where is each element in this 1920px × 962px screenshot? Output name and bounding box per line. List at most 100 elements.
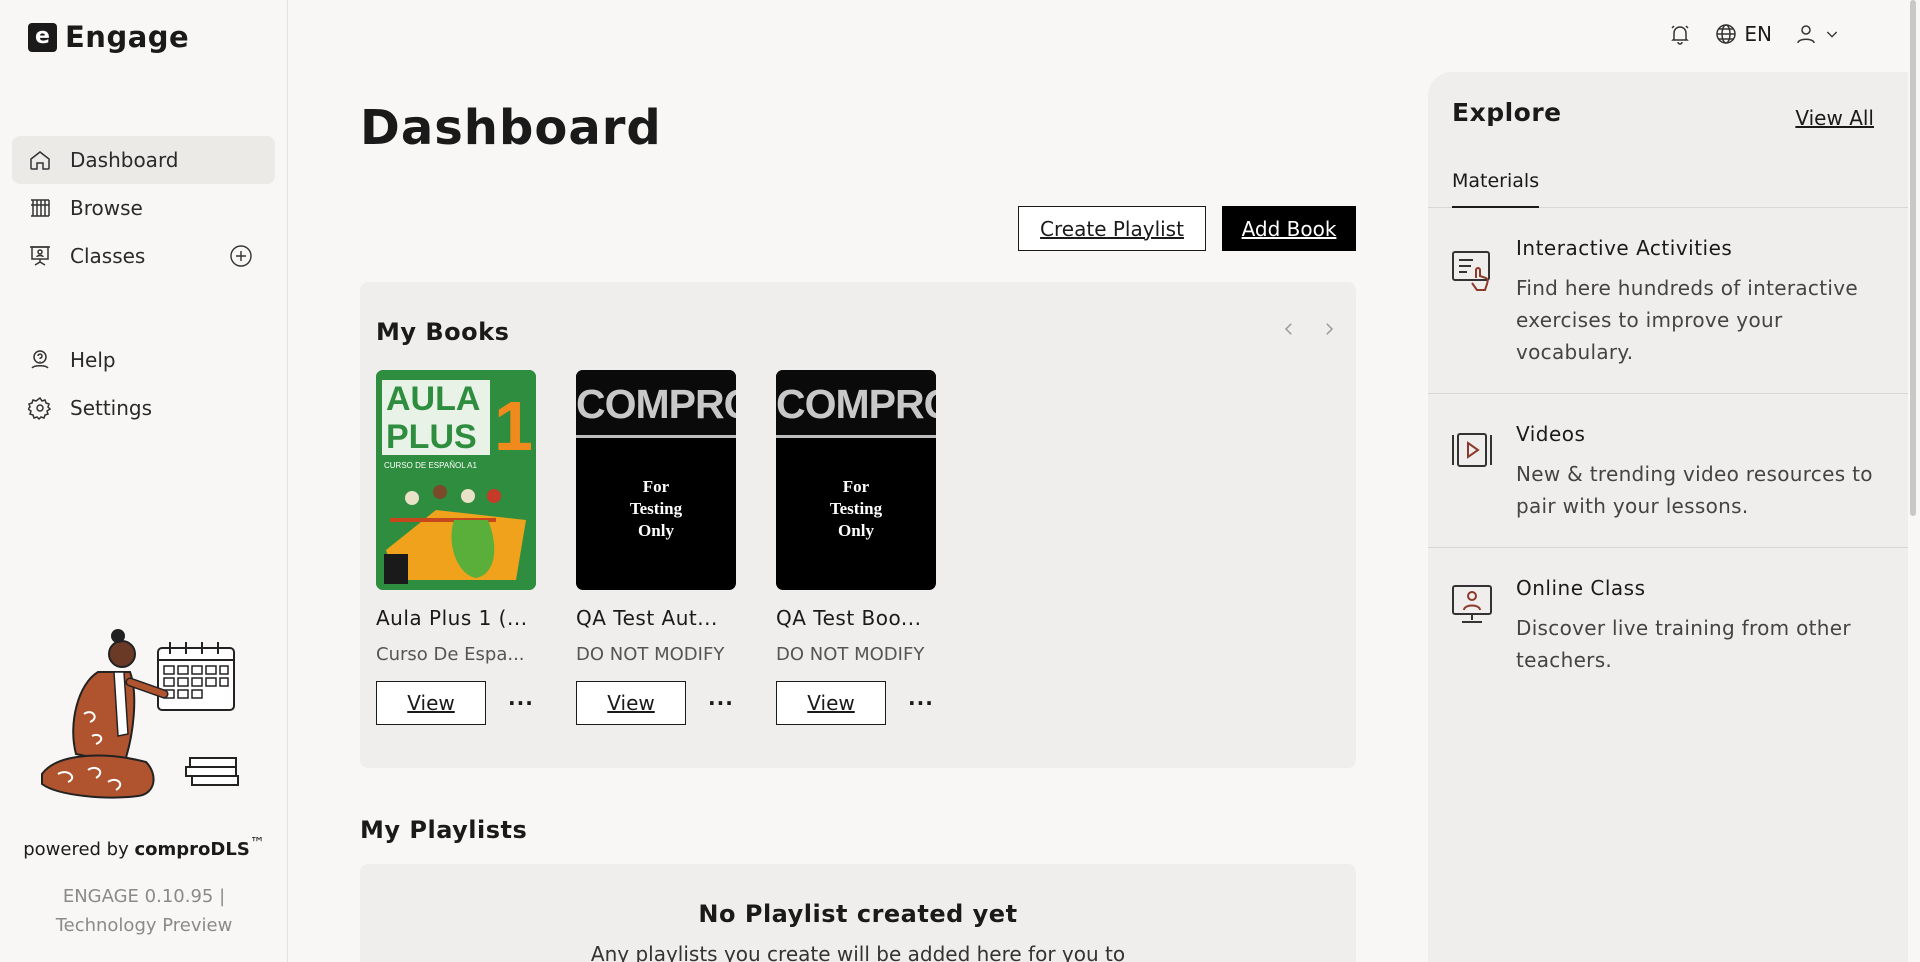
version-number: ENGAGE 0.10.95 | <box>62 886 226 907</box>
notification-bell-icon <box>1671 25 1690 45</box>
explore-item-online-class[interactable]: Online Class Discover live training from… <box>1428 548 1908 702</box>
notifications-button[interactable] <box>1668 22 1692 46</box>
gear-icon <box>28 396 52 420</box>
cover-brand: COMPRO <box>776 370 936 438</box>
sidebar-nav: Dashboard Browse Classes Help Settings <box>12 136 275 432</box>
explore-title: Explore <box>1452 98 1562 127</box>
more-options-icon[interactable]: ··· <box>708 691 734 715</box>
language-selector[interactable]: EN <box>1714 22 1772 46</box>
sidebar-item-label: Dashboard <box>70 148 179 172</box>
sidebar-item-settings[interactable]: Settings <box>12 384 275 432</box>
logo-mark: e <box>28 22 57 52</box>
app-version: ENGAGE 0.10.95 | Technology Preview <box>0 882 288 940</box>
cover-line: For <box>642 477 670 496</box>
book-card: COMPRO For Testing Only QA Test Aut... D… <box>576 370 736 725</box>
explore-item-title: Interactive Activities <box>1516 236 1733 260</box>
sidebar-item-help[interactable]: Help <box>12 336 275 384</box>
explore-item-interactive-activities[interactable]: Interactive Activities Find here hundred… <box>1428 208 1908 394</box>
carousel-nav <box>1280 320 1338 338</box>
cover-number: 1 <box>494 387 533 465</box>
explore-item-title: Videos <box>1516 422 1586 446</box>
powered-by-brand: comproDLS <box>134 839 250 860</box>
book-subtitle: DO NOT MODIFY <box>776 644 925 665</box>
book-cover[interactable]: AULA PLUS 1 CURSO DE ESPAÑOL A1 <box>376 370 536 590</box>
user-menu[interactable] <box>1794 22 1840 46</box>
book-actions: View ··· <box>776 681 936 725</box>
library-icon <box>31 199 50 217</box>
sidebar-item-label: Settings <box>70 396 153 420</box>
book-actions: View ··· <box>376 681 536 725</box>
sidebar-item-label: Browse <box>70 196 143 220</box>
sidebar-item-label: Help <box>70 348 116 372</box>
teacher-illustration <box>41 629 239 799</box>
my-books-title: My Books <box>376 318 510 346</box>
create-playlist-button[interactable]: Create Playlist <box>1018 206 1206 251</box>
more-options-icon[interactable]: ··· <box>908 691 934 715</box>
globe-icon <box>1716 24 1737 44</box>
explore-item-videos[interactable]: Videos New & trending video resources to… <box>1428 394 1908 548</box>
empty-playlist-text: Any playlists you create will be added h… <box>590 942 1126 962</box>
my-books-panel: My Books AULA PLUS 1 CURSO DE ESPAÑOL A1 <box>360 282 1356 768</box>
my-playlists-title: My Playlists <box>360 816 528 844</box>
view-book-button[interactable]: View <box>576 681 686 725</box>
cover-line: Only <box>638 521 674 540</box>
book-actions: View ··· <box>576 681 736 725</box>
more-options-icon[interactable]: ··· <box>508 691 534 715</box>
sidebar-item-dashboard[interactable]: Dashboard <box>12 136 275 184</box>
view-all-link[interactable]: View All <box>1795 106 1874 130</box>
user-icon <box>1797 25 1815 44</box>
book-cover[interactable]: COMPRO For Testing Only <box>576 370 736 590</box>
online-class-icon <box>1452 585 1492 623</box>
aula-plus-cover-art: AULA PLUS 1 CURSO DE ESPAÑOL A1 <box>376 370 536 590</box>
top-bar: EN <box>1668 22 1840 46</box>
cover-word-plus: PLUS <box>386 418 477 456</box>
cover-line: Testing <box>829 499 883 518</box>
sidebar: e Engage Dashboard Browse Classes Help S… <box>0 0 288 962</box>
app-logo[interactable]: e Engage <box>28 20 189 54</box>
cover-brand: COMPRO <box>576 370 736 438</box>
powered-by: powered by comproDLS™ <box>0 834 288 860</box>
cover-text: For Testing Only <box>776 476 936 542</box>
classroom-icon <box>30 246 50 266</box>
chevron-down-icon <box>1826 31 1838 38</box>
chevron-left-icon[interactable] <box>1280 320 1298 338</box>
dashboard-actions: Create Playlist Add Book <box>1018 206 1356 251</box>
book-title[interactable]: Aula Plus 1 (... <box>376 606 536 630</box>
app-name: Engage <box>65 20 190 54</box>
book-title[interactable]: QA Test Aut... <box>576 606 736 630</box>
home-icon <box>30 151 50 170</box>
sidebar-item-browse[interactable]: Browse <box>12 184 275 232</box>
cover-word-aula: AULA <box>386 380 480 418</box>
sidebar-item-classes[interactable]: Classes <box>12 232 275 280</box>
my-playlists-panel: No Playlist created yet Any playlists yo… <box>360 864 1356 962</box>
add-book-button[interactable]: Add Book <box>1222 206 1356 251</box>
page-title: Dashboard <box>360 100 662 156</box>
book-subtitle: DO NOT MODIFY <box>576 644 725 665</box>
interactive-activity-icon <box>1452 251 1490 291</box>
tab-materials[interactable]: Materials <box>1452 164 1540 208</box>
book-cover[interactable]: COMPRO For Testing Only <box>776 370 936 590</box>
chevron-right-icon[interactable] <box>1320 320 1338 338</box>
trademark: ™ <box>249 834 265 852</box>
language-label: EN <box>1744 22 1772 46</box>
version-note: Technology Preview <box>55 915 233 936</box>
book-card: COMPRO For Testing Only QA Test Boo... D… <box>776 370 936 725</box>
view-book-button[interactable]: View <box>776 681 886 725</box>
cover-tagline: CURSO DE ESPAÑOL A1 <box>384 461 477 470</box>
add-class-icon[interactable] <box>229 244 253 268</box>
sidebar-item-label: Classes <box>70 244 146 268</box>
cover-line: For <box>842 477 870 496</box>
video-icon <box>1452 433 1492 467</box>
empty-playlist-title: No Playlist created yet <box>698 900 1018 928</box>
book-title[interactable]: QA Test Boo... <box>776 606 936 630</box>
help-icon <box>31 350 49 369</box>
cover-line: Only <box>838 521 874 540</box>
explore-tabs: Materials <box>1428 164 1908 208</box>
page-scrollbar[interactable] <box>1910 0 1916 516</box>
book-card: AULA PLUS 1 CURSO DE ESPAÑOL A1 Aula Plu… <box>376 370 536 725</box>
explore-item-description: Find here hundreds of interactive exerci… <box>1516 276 1858 364</box>
view-book-button[interactable]: View <box>376 681 486 725</box>
explore-panel: Explore View All Materials Interactive A… <box>1428 72 1908 962</box>
explore-item-title: Online Class <box>1516 576 1646 600</box>
